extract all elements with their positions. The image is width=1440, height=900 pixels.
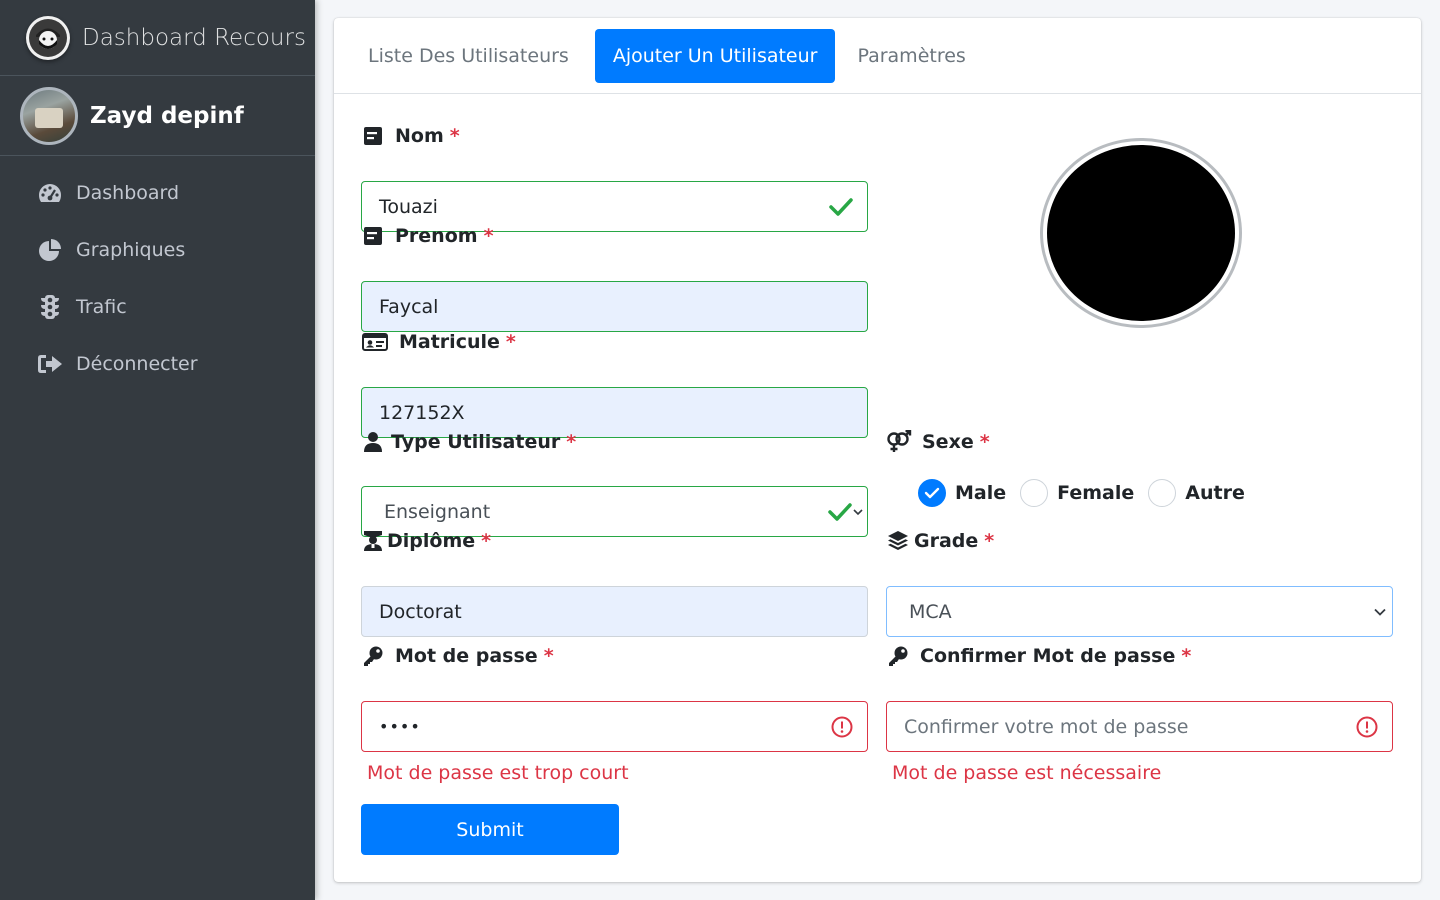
sidebar-item-dashboard[interactable]: Dashboard [0,164,315,221]
mot-de-passe-label: Mot de passe * [361,644,554,668]
required-mark: * [449,125,460,147]
sidebar-item-label: Déconnecter [76,352,198,375]
add-user-form: Nom * Touazi Prenom * Faycal Matricule *… [334,94,1421,882]
traffic-light-icon [37,294,63,320]
diplome-input-value: Doctorat [379,600,462,623]
chevron-down-icon [1374,608,1386,616]
error-icon [1356,716,1378,738]
radio-checked-icon[interactable] [918,479,946,507]
diplome-label-text: Diplôme [387,530,476,552]
mot-de-passe-label-text: Mot de passe [395,645,538,667]
sidebar-item-label: Trafic [76,295,127,318]
confirmer-label: Confirmer Mot de passe * [886,644,1191,668]
grade-label: Grade * [886,529,994,553]
confirmer-placeholder: Confirmer votre mot de passe [904,715,1189,738]
sidebar-item-label: Dashboard [76,181,180,204]
prenom-input[interactable]: Faycal [361,281,868,332]
user-form-card: Liste Des Utilisateurs Ajouter Un Utilis… [334,18,1421,882]
id-card-icon [361,124,385,148]
profile-photo[interactable] [1040,138,1242,328]
brand-link[interactable]: Dashboard Recours [0,0,315,76]
mot-de-passe-error: Mot de passe est trop court [367,762,629,784]
check-icon [828,502,863,522]
id-card-icon [361,224,385,248]
grade-label-text: Grade [914,530,979,552]
brand-title: Dashboard Recours [82,24,306,51]
diplome-label: Diplôme * [361,529,491,553]
required-mark: * [566,431,577,453]
sign-out-icon [37,351,63,377]
matricule-input-value: 127152X [379,401,465,424]
sexe-label: Sexe * [886,430,990,454]
sidebar-nav: Dashboard Graphiques Trafic Déconnecter [0,156,315,392]
matricule-label: Matricule * [361,330,516,354]
nom-label: Nom * [361,124,460,148]
check-icon [829,197,853,217]
type-utilisateur-label: Type Utilisateur * [361,430,576,454]
avatar [20,86,78,145]
sidebar-item-graphiques[interactable]: Graphiques [0,221,315,278]
chevron-down-icon [853,508,863,515]
required-mark: * [1181,645,1192,667]
masked-face-icon [26,15,70,60]
submit-button[interactable]: Submit [361,804,619,855]
grade-value: MCA [909,600,952,623]
sexe-option-male[interactable]: Male [918,479,1006,507]
key-icon [361,644,385,668]
sidebar: Dashboard Recours Zayd depinf Dashboard … [0,0,315,900]
type-utilisateur-value: Enseignant [384,500,491,523]
error-icon [831,716,853,738]
graduate-icon [361,529,385,553]
sexe-radio-group: Male Female Autre [918,479,1259,507]
prenom-label: Prenom * [361,224,494,248]
sidebar-item-deconnecter[interactable]: Déconnecter [0,335,315,392]
address-card-icon [361,330,389,354]
prenom-input-value: Faycal [379,295,439,318]
sexe-option-female[interactable]: Female [1020,479,1134,507]
sidebar-item-label: Graphiques [76,238,186,261]
required-mark: * [984,530,995,552]
user-panel[interactable]: Zayd depinf [0,76,315,156]
pie-chart-icon [37,237,63,263]
grade-select[interactable]: MCA [886,586,1393,637]
radio-unchecked-icon[interactable] [1148,479,1177,507]
tab-bar: Liste Des Utilisateurs Ajouter Un Utilis… [334,18,1421,94]
sexe-label-text: Sexe [922,431,974,453]
sexe-option-label: Autre [1185,482,1245,504]
user-icon [361,430,385,454]
type-utilisateur-label-text: Type Utilisateur [391,431,561,453]
user-name: Zayd depinf [90,102,244,129]
sexe-option-label: Male [955,482,1007,504]
required-mark: * [481,530,492,552]
diplome-input[interactable]: Doctorat [361,586,868,637]
layer-group-icon [886,529,910,553]
mot-de-passe-input[interactable]: •••• [361,701,868,752]
prenom-label-text: Prenom [395,225,478,247]
radio-unchecked-icon[interactable] [1020,479,1049,507]
tab-liste-utilisateurs[interactable]: Liste Des Utilisateurs [350,29,587,83]
tab-ajouter-utilisateur[interactable]: Ajouter Un Utilisateur [594,28,836,83]
venus-mars-icon [886,430,912,454]
sexe-option-autre[interactable]: Autre [1148,479,1245,507]
required-mark: * [505,331,516,353]
key-icon [886,644,910,668]
required-mark: * [483,225,494,247]
required-mark: * [979,431,990,453]
sexe-option-label: Female [1057,482,1135,504]
nom-input-value: Touazi [379,195,438,218]
tachometer-icon [37,180,63,206]
nom-label-text: Nom [395,125,444,147]
confirmer-label-text: Confirmer Mot de passe [920,645,1176,667]
confirmer-error: Mot de passe est nécessaire [892,762,1162,784]
confirmer-input[interactable]: Confirmer votre mot de passe [886,701,1393,752]
mot-de-passe-value: •••• [379,717,421,736]
profile-photo-image [1047,145,1235,321]
tab-parametres[interactable]: Paramètres [839,29,983,83]
sidebar-item-trafic[interactable]: Trafic [0,278,315,335]
matricule-label-text: Matricule [399,331,500,353]
required-mark: * [543,645,554,667]
